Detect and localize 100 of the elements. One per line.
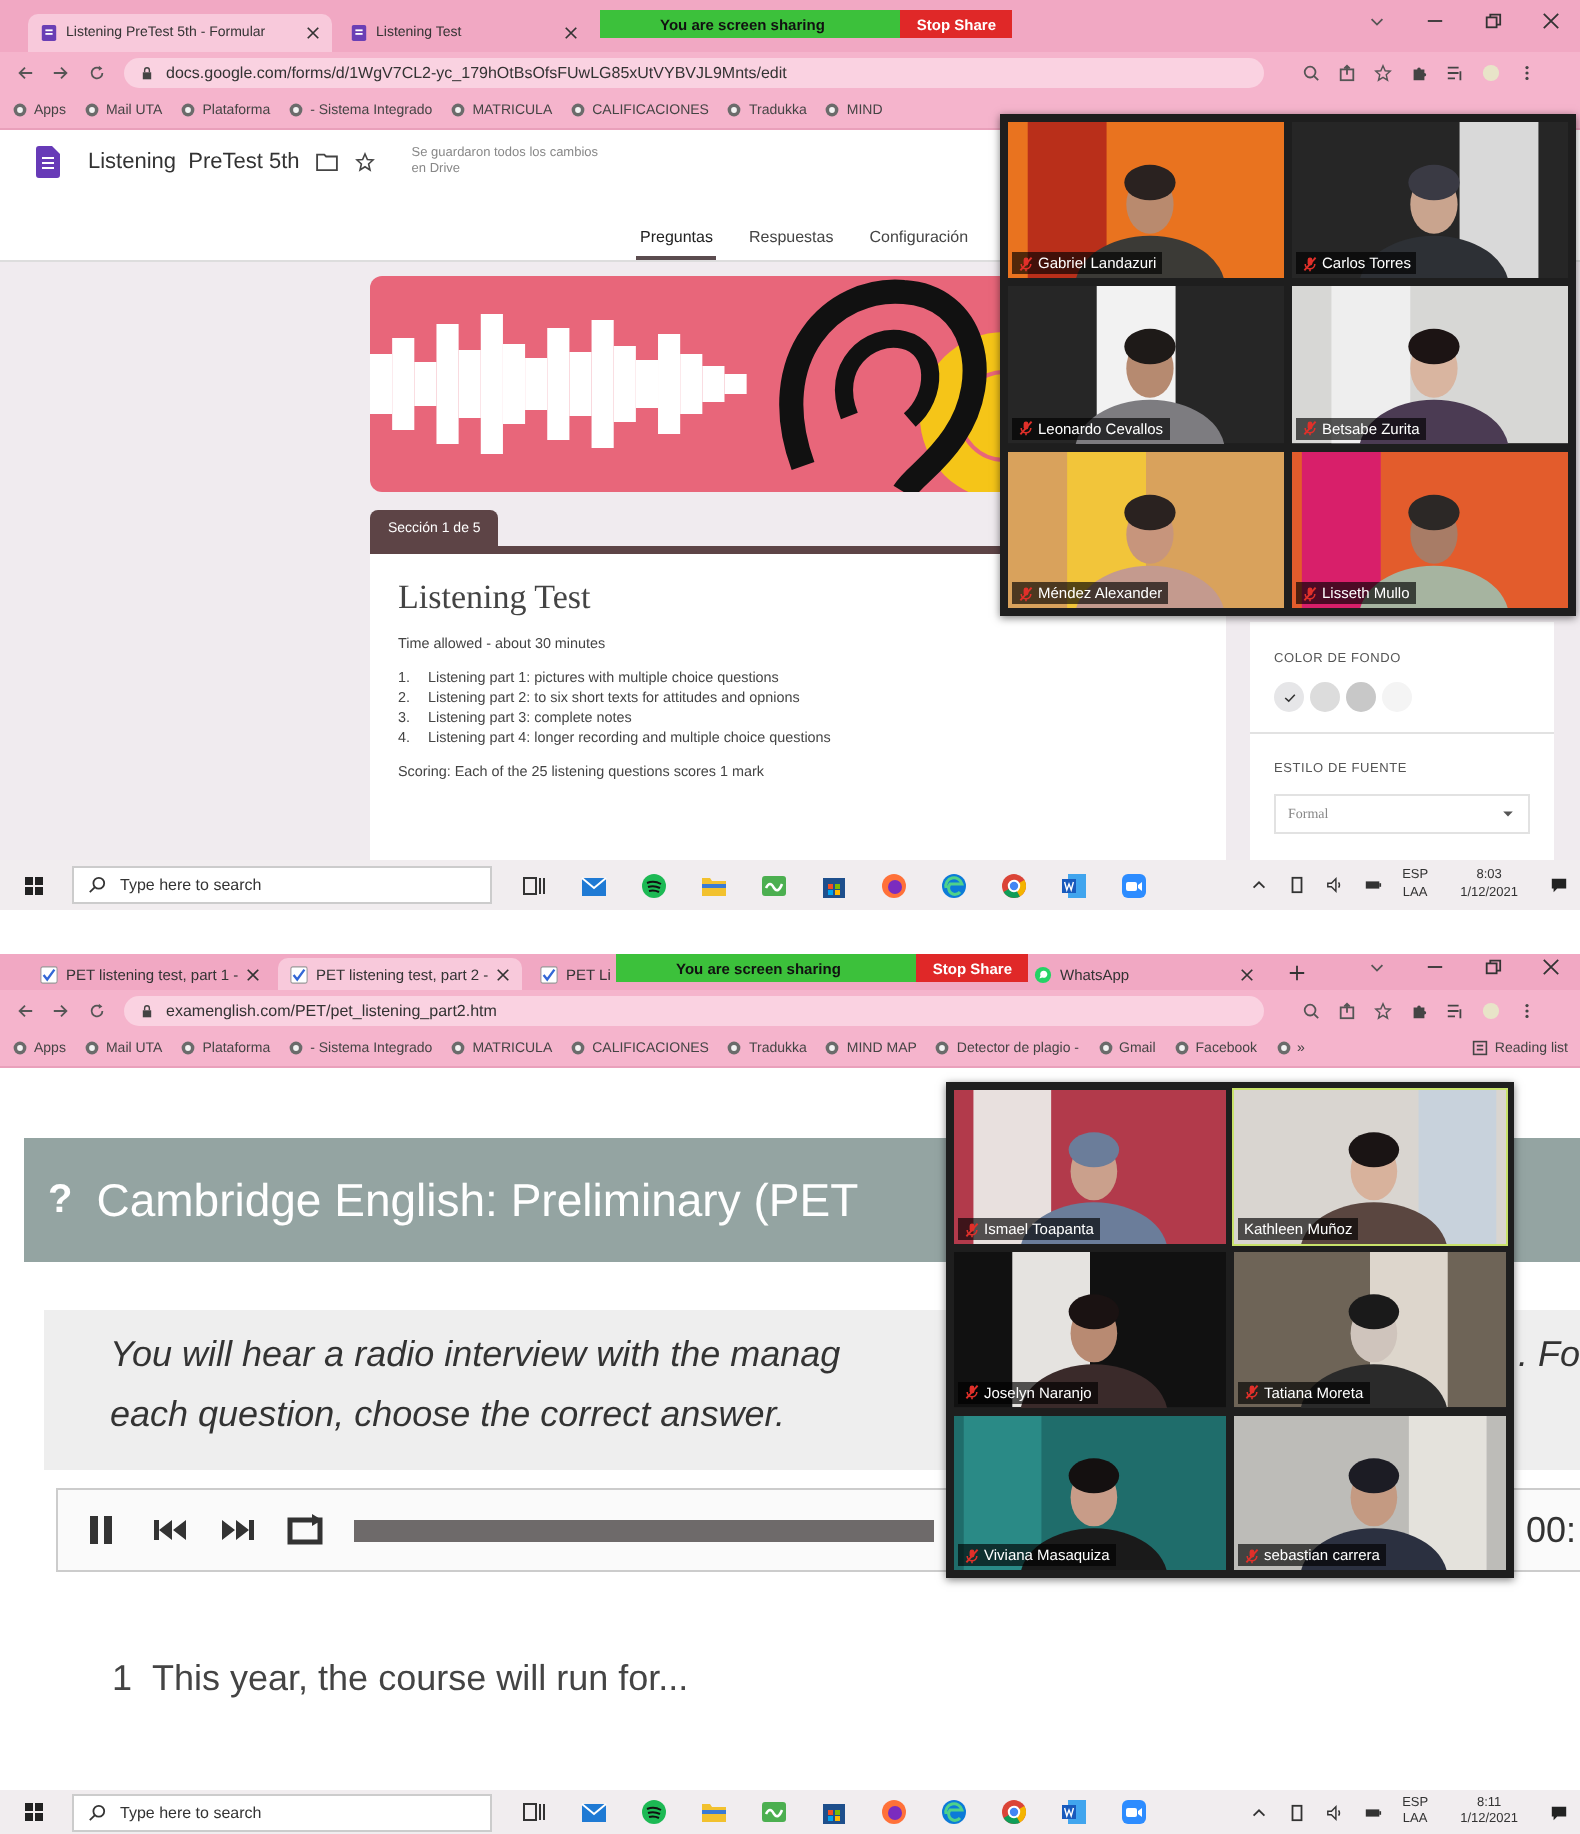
folder-icon[interactable]	[315, 152, 338, 173]
favicon-icon	[1097, 1040, 1113, 1056]
notification-icon[interactable]	[1550, 1803, 1568, 1821]
search-icon	[88, 876, 106, 894]
lock-icon	[140, 1003, 154, 1017]
close-icon[interactable]	[1542, 12, 1560, 30]
form-tab[interactable]: Respuestas	[744, 228, 838, 260]
list-icon	[1472, 1040, 1489, 1056]
favicon-icon	[180, 102, 197, 118]
search-field[interactable]: Type here to search	[72, 866, 492, 904]
star-icon[interactable]	[1374, 1001, 1392, 1019]
puzzle-icon[interactable]	[1410, 1001, 1428, 1019]
address-field[interactable]: examenglish.com/PET/pet_listening_part2.htm	[124, 995, 1264, 1025]
browser-icon[interactable]	[940, 1798, 968, 1826]
zoom-icon[interactable]	[1302, 63, 1320, 81]
question-number: 1	[112, 1658, 133, 1700]
device-icon[interactable]	[1288, 876, 1307, 894]
browser-icon[interactable]	[940, 871, 968, 899]
app-icon[interactable]	[760, 871, 788, 899]
video-camera-icon[interactable]	[1120, 1798, 1148, 1826]
close-icon[interactable]	[1240, 967, 1254, 981]
playlist-icon[interactable]	[1446, 63, 1464, 81]
favicon-icon	[824, 102, 841, 118]
favicon-icon	[288, 102, 305, 118]
form-tab[interactable]: Configuración	[865, 228, 973, 260]
reload-icon[interactable]	[88, 63, 106, 81]
form-title[interactable]: Listening PreTest 5th	[88, 150, 300, 175]
favicon-icon	[450, 102, 467, 118]
color-swatch[interactable]	[1310, 682, 1340, 712]
form-tab[interactable]: Preguntas	[636, 228, 717, 260]
restore-icon[interactable]	[1484, 958, 1502, 976]
chat-icon	[1034, 965, 1052, 983]
restore-icon[interactable]	[1484, 12, 1502, 30]
share-icon[interactable]	[1338, 1001, 1356, 1019]
progress-track[interactable]	[354, 1519, 934, 1541]
browser-icon[interactable]	[880, 871, 908, 899]
puzzle-icon[interactable]	[1410, 63, 1428, 81]
favicon-icon	[180, 1040, 197, 1056]
star-icon[interactable]	[1374, 63, 1392, 81]
close-icon[interactable]	[246, 967, 261, 981]
close-icon[interactable]	[564, 26, 578, 40]
browser-icon[interactable]	[1000, 1798, 1028, 1826]
favicon-icon	[934, 1040, 951, 1056]
page-title: Cambridge English: Preliminary (PET	[96, 1173, 859, 1227]
reload-icon[interactable]	[88, 1001, 106, 1019]
back-icon[interactable]	[16, 63, 34, 81]
repeat-icon[interactable]	[286, 1510, 326, 1550]
document-icon	[350, 24, 368, 42]
speaker-icon[interactable]	[1326, 1803, 1345, 1821]
close-icon[interactable]	[1542, 958, 1560, 976]
plus-icon[interactable]	[1288, 964, 1306, 982]
device-icon[interactable]	[1288, 1803, 1307, 1821]
favicon-icon	[570, 102, 587, 118]
battery-icon[interactable]	[1364, 1803, 1383, 1821]
task-view-icon[interactable]	[520, 1798, 548, 1826]
document-icon	[40, 24, 58, 42]
playlist-icon[interactable]	[1446, 1001, 1464, 1019]
search-field[interactable]: Type here to search	[72, 1793, 492, 1831]
favicon-icon	[1275, 1040, 1292, 1056]
star-icon[interactable]	[353, 152, 376, 173]
battery-icon[interactable]	[1364, 876, 1383, 894]
favicon-icon	[1173, 1040, 1190, 1056]
checkbox-icon	[290, 965, 308, 983]
search-icon	[88, 1803, 106, 1821]
music-app-icon[interactable]	[640, 871, 668, 899]
windows-start-icon[interactable]	[24, 1802, 44, 1822]
task-view-icon[interactable]	[520, 871, 548, 899]
color-swatch[interactable]	[1274, 682, 1304, 712]
chevron-up-icon[interactable]	[1250, 876, 1269, 894]
forward-icon[interactable]	[52, 63, 70, 81]
music-app-icon[interactable]	[640, 1798, 668, 1826]
forms-logo-icon[interactable]	[36, 146, 60, 179]
close-icon[interactable]	[496, 967, 511, 981]
notification-icon[interactable]	[1550, 876, 1568, 894]
mail-icon[interactable]	[580, 1798, 608, 1826]
share-icon[interactable]	[1338, 63, 1356, 81]
favicon-icon	[726, 102, 743, 118]
browser-icon[interactable]	[1000, 871, 1028, 899]
back-icon[interactable]	[16, 1001, 34, 1019]
checkbox-icon	[40, 965, 58, 983]
windows-start-icon[interactable]	[24, 875, 44, 895]
browser-icon[interactable]	[880, 1798, 908, 1826]
zoom-icon[interactable]	[1302, 1001, 1320, 1019]
caret-icon	[1500, 806, 1516, 822]
color-swatch[interactable]	[1346, 682, 1376, 712]
store-icon[interactable]	[820, 1798, 848, 1826]
favicon-icon	[824, 1040, 841, 1056]
forward-icon[interactable]	[52, 1001, 70, 1019]
favicon-icon	[726, 1040, 743, 1056]
mail-icon[interactable]	[580, 871, 608, 899]
video-camera-icon[interactable]	[1120, 871, 1148, 899]
document-app-icon[interactable]	[1060, 871, 1088, 899]
section-title: Listening Test	[398, 578, 591, 618]
close-icon[interactable]	[306, 26, 320, 40]
address-field[interactable]: docs.google.com/forms/d/1WgV7CL2-yc_179hOtBsOfsFUwLG85xUtVYBVJL9Mnts/edit	[124, 57, 1264, 87]
favicon-icon	[12, 1040, 28, 1056]
speaker-icon[interactable]	[1326, 876, 1345, 894]
app-icon[interactable]	[760, 1798, 788, 1826]
document-app-icon[interactable]	[1060, 1798, 1088, 1826]
favicon-icon	[288, 1040, 305, 1056]
